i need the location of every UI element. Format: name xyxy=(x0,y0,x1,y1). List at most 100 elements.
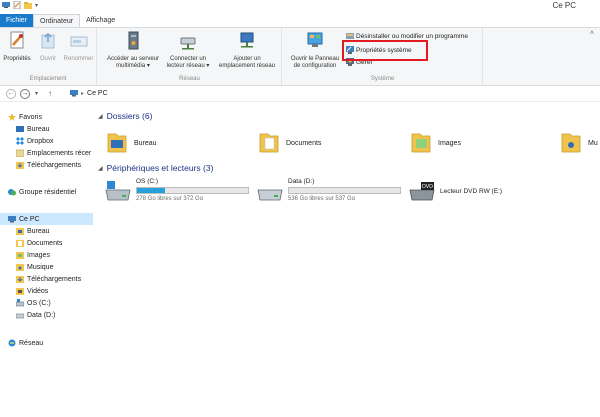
properties-icon[interactable] xyxy=(13,0,21,10)
media-server-button[interactable]: Accéder au serveur multimédia ▾ xyxy=(102,31,164,70)
rename-icon xyxy=(62,31,95,54)
nav-pc-drive-c-label: OS (C:) xyxy=(27,299,51,307)
open-icon xyxy=(35,31,61,54)
devices-section-header[interactable]: ◢ Périphériques et lecteurs (3) xyxy=(98,163,213,173)
nav-this-pc[interactable]: Ce PC xyxy=(0,213,93,225)
map-drive-label-1: Connecter un xyxy=(169,56,207,62)
tab-computer[interactable]: Ordinateur xyxy=(33,14,81,27)
devices-section-title: Périphériques et lecteurs (3) xyxy=(106,163,214,173)
nav-pc-bureau[interactable]: Bureau xyxy=(16,227,50,235)
recent-locations-icon[interactable]: ▾ xyxy=(35,90,38,97)
collapse-arrow-icon: ◢ xyxy=(98,165,103,172)
nav-pc-videos[interactable]: Vidéos xyxy=(16,287,48,295)
documents-folder-icon xyxy=(16,239,24,247)
uninstall-icon xyxy=(346,32,354,40)
nav-favorites[interactable]: Favoris xyxy=(8,113,42,121)
properties-button[interactable]: Propriétés xyxy=(2,31,32,63)
windows-drive-icon xyxy=(15,299,25,307)
pictures-folder-icon xyxy=(410,130,432,156)
folder-item-music[interactable]: Mu xyxy=(560,130,598,156)
folder-label-bureau: Bureau xyxy=(134,139,157,147)
desktop-icon xyxy=(16,125,24,133)
add-network-location-button[interactable]: Ajouter un emplacement réseau xyxy=(213,31,281,70)
uninstall-program-button[interactable]: Désinstaller ou modifier un programme xyxy=(346,32,468,40)
tab-file[interactable]: Fichier xyxy=(0,14,34,27)
desktop-folder-icon xyxy=(106,130,128,156)
ribbon-collapse-icon[interactable]: ˄ xyxy=(590,30,594,37)
control-panel-button[interactable]: Ouvrir le Panneau de configuration xyxy=(285,31,345,70)
nav-fav-downloads-label: Téléchargements xyxy=(27,161,82,169)
group-label-emplacement: Emplacement xyxy=(29,76,67,82)
control-panel-icon xyxy=(285,31,345,54)
nav-fav-bureau-label: Bureau xyxy=(27,125,50,133)
folders-section-header[interactable]: ◢ Dossiers (6) xyxy=(98,111,152,121)
drive-item-c[interactable]: OS (C:) 278 Go libres sur 372 Go xyxy=(104,178,254,206)
drive-c-usage-bar xyxy=(136,187,249,194)
nav-pc-videos-label: Vidéos xyxy=(27,287,49,295)
breadcrumb-this-pc[interactable]: Ce PC xyxy=(87,90,108,97)
nav-pc-drive-d[interactable]: Data (D:) xyxy=(15,311,56,319)
up-button[interactable]: ↑ xyxy=(48,89,52,98)
map-drive-button[interactable]: Connecter un lecteur réseau ▾ xyxy=(164,31,212,70)
svg-text:DVD: DVD xyxy=(422,184,433,190)
nav-fav-downloads[interactable]: Téléchargements xyxy=(16,161,81,169)
ribbon-tabs: Fichier Ordinateur Affichage xyxy=(0,14,121,27)
pictures-folder-icon xyxy=(16,251,24,259)
nav-pc-documents[interactable]: Documents xyxy=(16,239,62,247)
folders-section-title: Dossiers (6) xyxy=(106,111,153,121)
back-button[interactable]: ← xyxy=(6,89,16,99)
address-path[interactable]: ▸ Ce PC xyxy=(70,89,108,97)
window-title: Ce PC xyxy=(552,1,576,10)
drive-item-d[interactable]: Data (D:) 536 Go libres sur 537 Go xyxy=(256,178,406,206)
homegroup-icon xyxy=(8,188,16,196)
dvd-drive-icon: DVD xyxy=(408,180,436,204)
network-drive-icon xyxy=(164,31,212,54)
drive-d-name: Data (D:) xyxy=(288,178,315,185)
rename-label: Renommer xyxy=(63,56,94,62)
nav-pc-downloads[interactable]: Téléchargements xyxy=(16,275,81,283)
nav-pc-music-label: Musique xyxy=(27,263,54,271)
nav-fav-bureau[interactable]: Bureau xyxy=(16,125,50,133)
drive-d-usage-bar xyxy=(288,187,401,194)
forward-button[interactable]: → xyxy=(20,89,30,99)
folder-item-documents[interactable]: Documents xyxy=(258,130,321,156)
nav-fav-dropbox-label: Dropbox xyxy=(27,137,54,145)
folder-label-music: Mu xyxy=(588,139,598,147)
music-folder-icon xyxy=(16,263,24,271)
downloads-icon xyxy=(16,161,24,169)
windows-drive-icon xyxy=(104,180,132,204)
computer-icon xyxy=(2,1,10,9)
folder-label-documents: Documents xyxy=(286,139,322,147)
nav-pc-drive-d-label: Data (D:) xyxy=(27,311,56,319)
uninstall-label: Désinstaller ou modifier un programme xyxy=(356,32,468,40)
group-reseau: Accéder au serveur multimédia ▾ Connecte… xyxy=(98,28,282,85)
downloads-folder-icon xyxy=(16,275,24,283)
nav-pc-music[interactable]: Musique xyxy=(16,263,53,271)
nav-fav-recent[interactable]: Emplacements récer xyxy=(15,149,92,158)
rename-button[interactable]: Renommer xyxy=(62,31,95,63)
nav-homegroup-label: Groupe résidentiel xyxy=(19,188,77,196)
group-emplacement: Propriétés Ouvrir Renommer Emplacement xyxy=(0,28,97,85)
nav-favorites-label: Favoris xyxy=(19,113,42,121)
group-label-systeme: Système xyxy=(370,76,395,82)
qat-dropdown-icon[interactable]: ▾ xyxy=(35,2,38,9)
tab-view[interactable]: Affichage xyxy=(80,14,121,27)
drive-item-dvd[interactable]: DVD Lecteur DVD RW (E:) xyxy=(408,180,548,204)
nav-pc-drive-c[interactable]: OS (C:) xyxy=(15,299,51,307)
media-server-label-1: Accéder au serveur xyxy=(106,56,160,62)
nav-pc-images[interactable]: Images xyxy=(16,251,50,259)
nav-this-pc-label: Ce PC xyxy=(19,215,40,223)
nav-network[interactable]: Réseau xyxy=(8,339,43,347)
map-drive-label-2: lecteur réseau ▾ xyxy=(166,63,210,69)
folder-item-images[interactable]: Images xyxy=(410,130,461,156)
nav-fav-dropbox[interactable]: Dropbox xyxy=(16,137,53,145)
folder-item-bureau[interactable]: Bureau xyxy=(106,130,157,156)
control-panel-label-1: Ouvrir le Panneau xyxy=(290,56,340,62)
breadcrumb-separator-icon: ▸ xyxy=(81,90,85,97)
open-button[interactable]: Ouvrir xyxy=(35,31,61,63)
nav-fav-recent-label: Emplacements récer xyxy=(27,149,92,157)
nav-pc-downloads-label: Téléchargements xyxy=(27,275,82,283)
properties-label: Propriétés xyxy=(3,56,31,62)
new-folder-icon[interactable] xyxy=(24,1,32,9)
nav-homegroup[interactable]: Groupe résidentiel xyxy=(8,188,76,196)
